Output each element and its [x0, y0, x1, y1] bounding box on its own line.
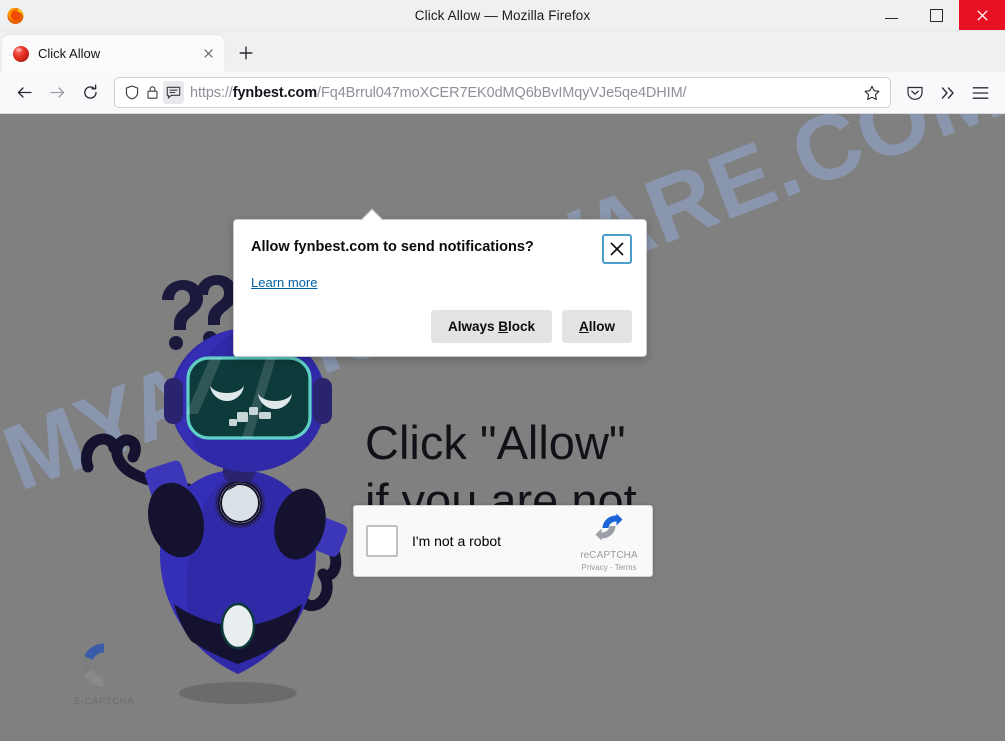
- back-arrow-icon: [17, 87, 32, 98]
- ecaptcha-logo-icon: [82, 643, 122, 687]
- recaptcha-label: I'm not a robot: [412, 533, 502, 549]
- doorhanger-title: Allow fynbest.com to send notifications?: [251, 239, 534, 255]
- minimize-button[interactable]: [869, 0, 914, 30]
- robot-left-ear: [164, 378, 183, 424]
- window-title: Click Allow — Mozilla Firefox: [414, 7, 591, 23]
- page-content: MYANTISPYWARE.COM: [0, 114, 1005, 741]
- firefox-logo-icon: [3, 3, 27, 27]
- overflow-button[interactable]: [931, 77, 964, 108]
- forward-button[interactable]: [41, 77, 74, 108]
- close-icon: [610, 242, 624, 256]
- tab-title: Click Allow: [38, 46, 101, 61]
- always-block-button[interactable]: Always Block: [430, 310, 552, 343]
- firefox-window: Click Allow — Mozilla Firefox Click Allo…: [0, 0, 1005, 741]
- learn-more-link[interactable]: Learn more: [251, 275, 317, 290]
- bookmark-star-icon[interactable]: [859, 80, 885, 106]
- plus-icon: [239, 46, 253, 60]
- padlock-icon[interactable]: [142, 81, 163, 104]
- close-window-button[interactable]: [959, 0, 1005, 30]
- allow-accesskey: A: [579, 319, 589, 334]
- recaptcha-logo-icon: [595, 513, 623, 541]
- navigation-toolbar: https://fynbest.com/Fq4Brrul047moXCER7EK…: [0, 72, 1005, 114]
- forward-arrow-icon: [50, 87, 65, 98]
- doorhanger-arrow: [360, 208, 384, 232]
- window-controls: [869, 0, 1005, 30]
- reload-icon: [84, 84, 97, 99]
- back-button[interactable]: [8, 77, 41, 108]
- url-bar[interactable]: https://fynbest.com/Fq4Brrul047moXCER7EK…: [114, 77, 891, 108]
- title-bar: Click Allow — Mozilla Firefox: [0, 0, 1005, 31]
- tab-favicon-icon: [13, 45, 29, 62]
- notification-permission-dialog: Allow fynbest.com to send notifications?…: [233, 208, 647, 357]
- ecaptcha-label: E-CAPTCHA: [73, 696, 135, 707]
- robot-right-ear: [313, 378, 332, 424]
- recaptcha-privacy-link[interactable]: Privacy: [582, 563, 608, 572]
- url-path: /Fq4Brrul047moXCER7EK0dMQ6bBvIMqyVJe5qe4…: [317, 84, 687, 101]
- doorhanger-close-button[interactable]: [602, 234, 632, 264]
- hamburger-menu-icon: [972, 86, 989, 99]
- allow-button[interactable]: Allow: [562, 310, 632, 343]
- pocket-button[interactable]: [898, 77, 931, 108]
- doorhanger-header: Allow fynbest.com to send notifications?: [251, 234, 632, 264]
- recaptcha-link-separator: -: [607, 563, 615, 572]
- url-scheme: https://: [190, 84, 233, 101]
- close-icon: [976, 9, 988, 21]
- headline-line-1: Click "Allow": [365, 416, 626, 469]
- app-menu-button[interactable]: [964, 77, 997, 108]
- recaptcha-branding: reCAPTCHA Privacy - Terms: [570, 510, 648, 572]
- tab-close-icon[interactable]: [198, 44, 218, 64]
- allow-suffix: llow: [588, 319, 615, 334]
- always-block-suffix: lock: [507, 319, 535, 334]
- doorhanger-buttons: Always Block Allow: [251, 310, 632, 343]
- recaptcha-widget[interactable]: I'm not a robot reCAPTCHA Privacy - Term…: [353, 505, 653, 577]
- new-tab-button[interactable]: [230, 37, 262, 69]
- recaptcha-terms-link[interactable]: Terms: [615, 563, 637, 572]
- reload-button[interactable]: [74, 77, 107, 108]
- notification-permission-icon[interactable]: [163, 81, 184, 104]
- maximize-button[interactable]: [914, 0, 959, 30]
- recaptcha-brand-name: reCAPTCHA: [580, 550, 638, 561]
- url-domain: fynbest.com: [232, 84, 318, 101]
- recaptcha-links[interactable]: Privacy - Terms: [570, 563, 648, 572]
- tab-strip: Click Allow: [0, 31, 1005, 72]
- ecaptcha-badge: E-CAPTCHA: [68, 642, 140, 707]
- recaptcha-checkbox[interactable]: [366, 525, 398, 557]
- always-block-accesskey: B: [498, 319, 508, 334]
- pocket-icon: [906, 86, 923, 100]
- robot-shadow: [179, 682, 297, 704]
- always-block-prefix: Always: [447, 319, 499, 334]
- shield-icon[interactable]: [121, 81, 142, 104]
- double-chevron-right-icon: [941, 86, 954, 99]
- url-text[interactable]: https://fynbest.com/Fq4Brrul047moXCER7EK…: [190, 85, 859, 101]
- robot-left-hand: [80, 433, 120, 473]
- tab-click-allow[interactable]: Click Allow: [2, 35, 224, 72]
